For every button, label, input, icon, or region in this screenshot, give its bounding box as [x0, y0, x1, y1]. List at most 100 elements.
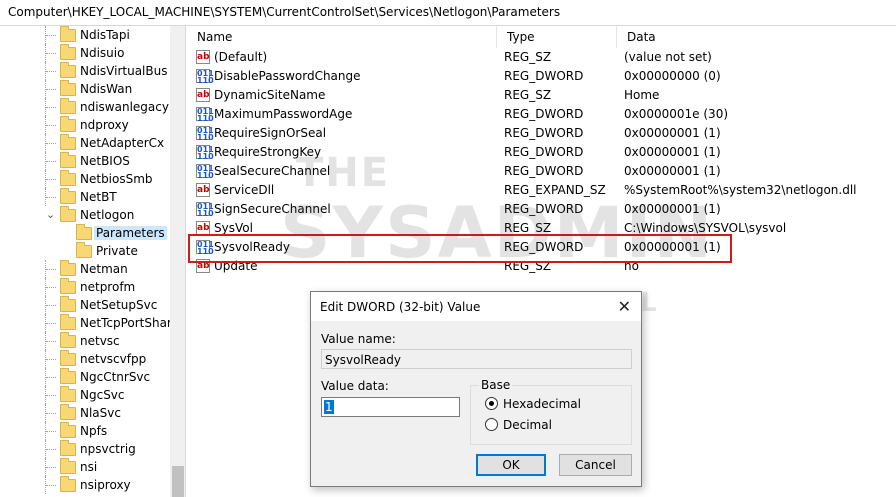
tree-item[interactable]: NetBIOS: [0, 152, 170, 170]
chevron-down-icon[interactable]: ⌄: [46, 208, 55, 221]
folder-icon: [60, 62, 76, 78]
tree-item-label: NetbiosSmb: [80, 172, 153, 186]
tree-line: [46, 413, 56, 414]
close-icon[interactable]: ✕: [618, 297, 631, 316]
tree-item-label: NdisTapi: [80, 28, 130, 42]
tree-item[interactable]: NetbiosSmb: [0, 170, 170, 188]
tree-line: [46, 359, 56, 360]
tree-item-label: NgcCtnrSvc: [80, 370, 151, 384]
tree-item[interactable]: NdisVirtualBus: [0, 62, 170, 80]
folder-icon: [60, 170, 76, 186]
tree-line: [46, 269, 56, 270]
dword-value-icon: 011 110: [196, 107, 214, 123]
address-bar[interactable]: Computer\HKEY_LOCAL_MACHINE\SYSTEM\Curre…: [0, 0, 896, 26]
tree-item-label: ndiswanlegacy: [80, 100, 169, 114]
column-type[interactable]: Type: [497, 26, 617, 48]
value-name: (Default): [214, 50, 268, 64]
folder-icon: [60, 44, 76, 60]
tree-item[interactable]: nsi: [0, 458, 170, 476]
value-type: REG_DWORD: [504, 69, 584, 83]
value-name-field: SysvolReady: [321, 349, 632, 369]
value-name-label: Value name:: [321, 332, 396, 346]
tree-item-label: NetBT: [80, 190, 117, 204]
tree-item[interactable]: NetAdapterCx: [0, 134, 170, 152]
value-data: 0x00000001 (1): [624, 202, 721, 216]
registry-key-tree: NdisTapi Ndisuio NdisVirtualBus NdisWan ndis…: [0, 26, 186, 497]
column-data[interactable]: Data: [617, 26, 896, 48]
tree-line: [46, 71, 56, 72]
tree-line: [46, 179, 56, 180]
tree-item[interactable]: NetSetupSvc: [0, 296, 170, 314]
folder-icon: [60, 206, 76, 222]
tree-item[interactable]: NgcSvc: [0, 386, 170, 404]
folder-icon: [60, 476, 76, 492]
decimal-label[interactable]: Decimal: [503, 418, 552, 432]
cancel-button[interactable]: Cancel: [559, 454, 632, 476]
tree-item[interactable]: Private: [0, 242, 170, 260]
value-data-text: 1: [324, 400, 334, 414]
value-row[interactable]: ab DynamicSiteName REG_SZ Home: [187, 86, 896, 105]
decimal-radio[interactable]: [485, 418, 498, 431]
tree-line: [46, 467, 56, 468]
tree-item[interactable]: NetTcpPortShari: [0, 314, 175, 332]
tree-scrollbar-thumb[interactable]: [172, 466, 184, 497]
tree-line: [46, 161, 56, 162]
dialog-title-bar[interactable]: Edit DWORD (32-bit) Value ✕: [311, 292, 641, 321]
tree-item[interactable]: netprofm: [0, 278, 170, 296]
tree-item[interactable]: nsiproxy: [0, 476, 170, 494]
tree-item-label: nsiproxy: [80, 478, 131, 492]
value-data-input[interactable]: 1: [321, 397, 460, 417]
tree-item-label: netprofm: [80, 280, 136, 294]
tree-item[interactable]: NgcCtnrSvc: [0, 368, 170, 386]
tree-line: [46, 287, 56, 288]
value-row[interactable]: ab ServiceDll REG_EXPAND_SZ %SystemRoot%\sy…: [187, 181, 896, 200]
value-row[interactable]: 011 110 DisablePasswordChange REG_DWORD 0x00…: [187, 67, 896, 86]
value-type: REG_SZ: [504, 50, 552, 64]
tree-item[interactable]: netvsc: [0, 332, 170, 350]
tree-item[interactable]: ndproxy: [0, 116, 170, 134]
value-row[interactable]: 011 110 RequireStrongKey REG_DWORD 0x0000000…: [187, 143, 896, 162]
hexadecimal-radio[interactable]: [485, 397, 498, 410]
folder-icon: [76, 224, 92, 240]
tree-item[interactable]: ndiswanlegacy: [0, 98, 170, 116]
ok-button[interactable]: OK: [476, 454, 546, 476]
tree-item[interactable]: Npfs: [0, 422, 170, 440]
highlight-box: [188, 234, 732, 263]
folder-icon: [60, 422, 76, 438]
tree-item-label: Netlogon: [80, 208, 135, 222]
value-name: DynamicSiteName: [214, 88, 326, 102]
tree-item[interactable]: Ndisuio: [0, 44, 170, 62]
folder-icon: [60, 116, 76, 132]
value-row[interactable]: 011 110 MaximumPasswordAge REG_DWORD 0x00000…: [187, 105, 896, 124]
tree-item[interactable]: NdisWan: [0, 80, 170, 98]
tree-item[interactable]: NlaSvc: [0, 404, 170, 422]
value-data-label: Value data:: [321, 379, 389, 393]
value-data: 0x00000000 (0): [624, 69, 721, 83]
tree-item-label: NetBIOS: [80, 154, 130, 168]
tree-item[interactable]: Parameters: [0, 224, 170, 242]
column-header: Name Type Data: [187, 26, 896, 48]
folder-icon: [60, 152, 76, 168]
value-data: %SystemRoot%\system32\netlogon.dll: [624, 183, 857, 197]
tree-scrollbar[interactable]: [170, 26, 185, 497]
base-label: Base: [479, 378, 513, 392]
dword-value-icon: 011 110: [196, 69, 214, 85]
value-data: 0x0000001e (30): [624, 107, 729, 121]
value-row[interactable]: 011 110 SealSecureChannel REG_DWORD 0x000000…: [187, 162, 896, 181]
tree-item-label: Netman: [80, 262, 128, 276]
tree-item-label: Ndisuio: [80, 46, 125, 60]
column-name[interactable]: Name: [187, 26, 497, 48]
hexadecimal-label[interactable]: Hexadecimal: [503, 397, 581, 411]
value-name: RequireStrongKey: [214, 145, 322, 159]
tree-item[interactable]: netvscvfpp: [0, 350, 170, 368]
tree-item[interactable]: Netman: [0, 260, 170, 278]
tree-line: [46, 197, 56, 198]
value-type: REG_DWORD: [504, 202, 584, 216]
tree-item[interactable]: NetBT: [0, 188, 170, 206]
tree-item[interactable]: NdisTapi: [0, 26, 170, 44]
value-row[interactable]: 011 110 SignSecureChannel REG_DWORD 0x000000…: [187, 200, 896, 219]
value-row[interactable]: 011 110 RequireSignOrSeal REG_DWORD 0x000000…: [187, 124, 896, 143]
value-row[interactable]: ab (Default) REG_SZ (value not set): [187, 48, 896, 67]
tree-item[interactable]: npsvctrig: [0, 440, 170, 458]
tree-item[interactable]: ⌄ Netlogon: [0, 206, 170, 224]
